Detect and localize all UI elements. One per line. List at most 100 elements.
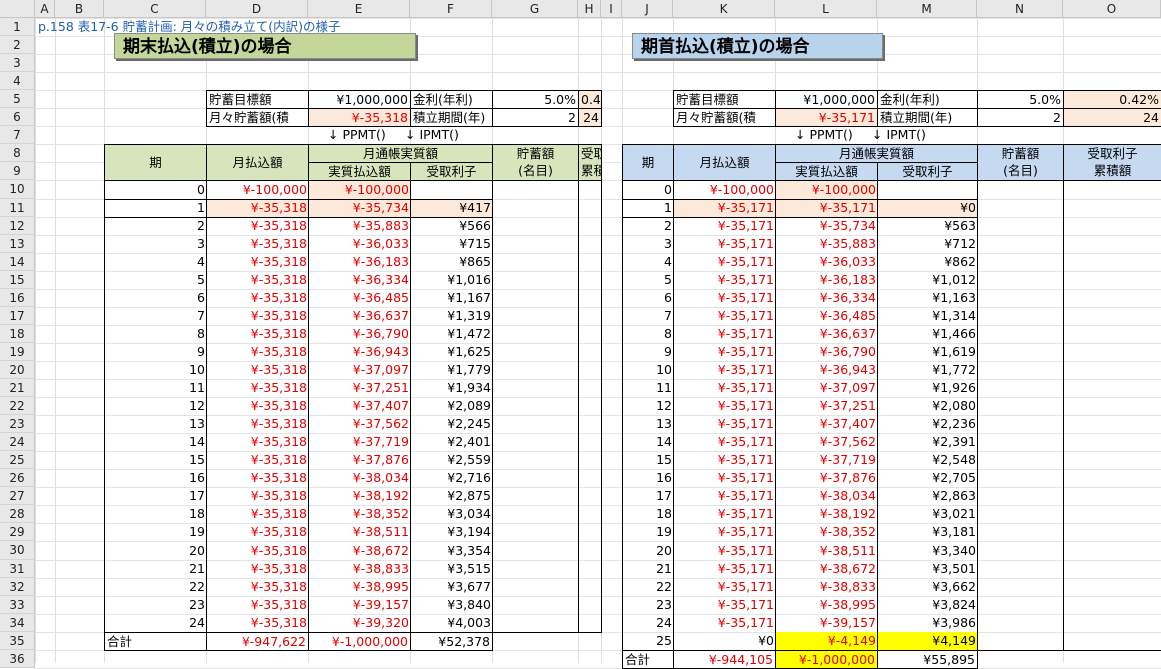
real-pay-cell[interactable]: ¥-38,192 bbox=[775, 505, 878, 524]
monthly-pay-cell[interactable]: ¥-35,318 bbox=[206, 415, 309, 434]
monthly-pay-cell[interactable]: ¥-35,171 bbox=[673, 217, 776, 236]
column-header-a[interactable]: A bbox=[35, 0, 55, 18]
monthly-pay-cell[interactable]: ¥-35,171 bbox=[673, 415, 776, 434]
column-header-o[interactable]: O bbox=[1063, 0, 1161, 18]
period-cell[interactable]: 2 bbox=[104, 217, 207, 236]
interest-cell[interactable]: ¥1,619 bbox=[877, 343, 978, 362]
period-cell[interactable]: 17 bbox=[104, 487, 207, 506]
interest-cell[interactable]: ¥0 bbox=[877, 199, 978, 218]
interest-cell[interactable]: ¥3,181 bbox=[877, 523, 978, 542]
real-pay-cell[interactable]: ¥-36,334 bbox=[775, 289, 878, 308]
monthly-pay-cell[interactable]: ¥-35,171 bbox=[673, 307, 776, 326]
monthly-pay-cell[interactable]: ¥-35,318 bbox=[206, 541, 309, 561]
period-cell[interactable]: 1 bbox=[622, 199, 674, 218]
monthly-pay-cell[interactable]: ¥-35,318 bbox=[206, 379, 309, 398]
rate-month[interactable]: 0.42% bbox=[1063, 90, 1161, 109]
spreadsheet[interactable]: A B C D E F G H I J K L M N O 1 2 3 4 5 6 7 8 9 10 11 12 13 14 15 16 17… bbox=[0, 0, 1161, 669]
monthly-pay-cell[interactable]: ¥-35,318 bbox=[206, 325, 309, 344]
monthly-pay-cell[interactable]: ¥-35,171 bbox=[673, 487, 776, 506]
period-cell[interactable]: 16 bbox=[104, 469, 207, 488]
row-header-13[interactable]: 13 bbox=[0, 235, 35, 253]
real-pay-cell[interactable]: ¥-39,157 bbox=[775, 614, 878, 633]
period-cell[interactable]: 24 bbox=[622, 614, 674, 633]
period-cell[interactable]: 11 bbox=[622, 379, 674, 398]
real-pay-cell[interactable]: ¥-36,033 bbox=[775, 253, 878, 272]
monthly-pay-cell[interactable]: ¥-35,171 bbox=[673, 397, 776, 416]
interest-cell[interactable]: ¥3,677 bbox=[410, 578, 493, 597]
header-real-pay[interactable]: 実質払込額 bbox=[775, 162, 878, 181]
real-pay-cell[interactable]: ¥-35,734 bbox=[775, 217, 878, 236]
target-value[interactable]: ¥1,000,000 bbox=[308, 90, 411, 109]
real-pay-cell[interactable]: ¥-37,562 bbox=[775, 433, 878, 452]
column-header-f[interactable]: F bbox=[410, 0, 492, 18]
monthly-value[interactable]: ¥-35,318 bbox=[308, 108, 411, 127]
interest-cell[interactable]: ¥2,080 bbox=[877, 397, 978, 416]
period-years[interactable]: 2 bbox=[977, 108, 1064, 127]
interest-cell[interactable]: ¥417 bbox=[410, 199, 493, 218]
row-header-22[interactable]: 22 bbox=[0, 397, 35, 415]
header-period[interactable]: 期 bbox=[622, 144, 674, 181]
period-cell[interactable]: 6 bbox=[104, 289, 207, 308]
real-pay-cell[interactable]: ¥-35,883 bbox=[308, 217, 411, 236]
real-pay-cell[interactable]: ¥-38,672 bbox=[308, 541, 411, 561]
period-cell[interactable]: 15 bbox=[104, 451, 207, 470]
real-pay-cell[interactable]: ¥-36,943 bbox=[775, 361, 878, 380]
interest-cell[interactable]: ¥2,548 bbox=[877, 451, 978, 470]
header-monthly-pay[interactable]: 月払込額 bbox=[206, 144, 309, 181]
header-period[interactable]: 期 bbox=[104, 144, 207, 181]
period-cell[interactable]: 3 bbox=[104, 235, 207, 254]
period-cell[interactable]: 5 bbox=[622, 271, 674, 290]
row-header-18[interactable]: 18 bbox=[0, 325, 35, 343]
period-months[interactable]: 24 bbox=[578, 108, 602, 127]
target-label[interactable]: 貯蓄目標額 bbox=[673, 90, 776, 109]
monthly-pay-cell[interactable]: ¥-35,318 bbox=[206, 253, 309, 272]
header-cumulative[interactable]: 受取利子累積額 bbox=[1063, 144, 1161, 181]
total-label[interactable]: 合計 bbox=[622, 650, 674, 669]
monthly-pay-cell[interactable]: ¥-35,171 bbox=[673, 325, 776, 344]
real-pay-cell[interactable]: ¥-35,171 bbox=[775, 199, 878, 218]
row-header-2[interactable]: 2 bbox=[0, 36, 35, 54]
rate-label[interactable]: 金利(年利) bbox=[877, 90, 978, 109]
interest-cell[interactable]: ¥1,466 bbox=[877, 325, 978, 344]
monthly-pay-cell[interactable]: ¥-35,318 bbox=[206, 596, 309, 615]
interest-cell[interactable]: ¥1,472 bbox=[410, 325, 493, 344]
real-pay-cell[interactable]: ¥-39,320 bbox=[308, 614, 411, 633]
header-interest[interactable]: 受取利子 bbox=[410, 162, 493, 181]
monthly-pay-cell[interactable]: ¥-35,171 bbox=[673, 253, 776, 272]
real-pay-cell[interactable]: ¥-36,637 bbox=[308, 307, 411, 326]
interest-cell[interactable]: ¥563 bbox=[877, 217, 978, 236]
header-monthly-pay[interactable]: 月払込額 bbox=[673, 144, 776, 181]
row-header-7[interactable]: 7 bbox=[0, 126, 35, 144]
real-pay-cell[interactable]: ¥-38,833 bbox=[308, 560, 411, 579]
header-real-pay[interactable]: 実質払込額 bbox=[308, 162, 411, 181]
interest-cell[interactable]: ¥3,194 bbox=[410, 523, 493, 542]
monthly-pay-cell[interactable]: ¥-35,171 bbox=[673, 235, 776, 254]
row-header-34[interactable]: 34 bbox=[0, 614, 35, 632]
monthly-pay-cell[interactable]: ¥-35,171 bbox=[673, 433, 776, 452]
real-pay-cell[interactable]: ¥-38,995 bbox=[775, 596, 878, 615]
period-cell[interactable]: 10 bbox=[104, 361, 207, 380]
monthly-pay-cell[interactable]: ¥-35,171 bbox=[673, 451, 776, 470]
period-cell[interactable]: 22 bbox=[622, 578, 674, 597]
interest-cell[interactable]: ¥1,319 bbox=[410, 307, 493, 326]
monthly-pay-cell[interactable]: ¥-35,171 bbox=[673, 505, 776, 524]
period-cell[interactable]: 21 bbox=[104, 560, 207, 579]
period-cell[interactable]: 0 bbox=[622, 180, 674, 200]
period-cell[interactable]: 13 bbox=[622, 415, 674, 434]
column-header-c[interactable]: C bbox=[104, 0, 206, 18]
monthly-pay-cell[interactable]: ¥0 bbox=[673, 632, 776, 651]
interest-cell[interactable]: ¥2,875 bbox=[410, 487, 493, 506]
header-cumulative[interactable]: 受取利子累積額 bbox=[578, 144, 602, 181]
row-header-36[interactable]: 36 bbox=[0, 650, 35, 668]
row-header-3[interactable]: 3 bbox=[0, 54, 35, 72]
interest-cell[interactable]: ¥3,986 bbox=[877, 614, 978, 633]
monthly-pay-cell[interactable]: ¥-35,318 bbox=[206, 271, 309, 290]
column-header-m[interactable]: M bbox=[877, 0, 977, 18]
row-header-30[interactable]: 30 bbox=[0, 541, 35, 560]
monthly-pay-cell[interactable]: ¥-35,318 bbox=[206, 469, 309, 488]
interest-cell[interactable]: ¥2,236 bbox=[877, 415, 978, 434]
period-cell[interactable]: 25 bbox=[622, 632, 674, 651]
period-cell[interactable]: 22 bbox=[104, 578, 207, 597]
period-cell[interactable]: 14 bbox=[622, 433, 674, 452]
interest-cell[interactable]: ¥3,501 bbox=[877, 560, 978, 579]
